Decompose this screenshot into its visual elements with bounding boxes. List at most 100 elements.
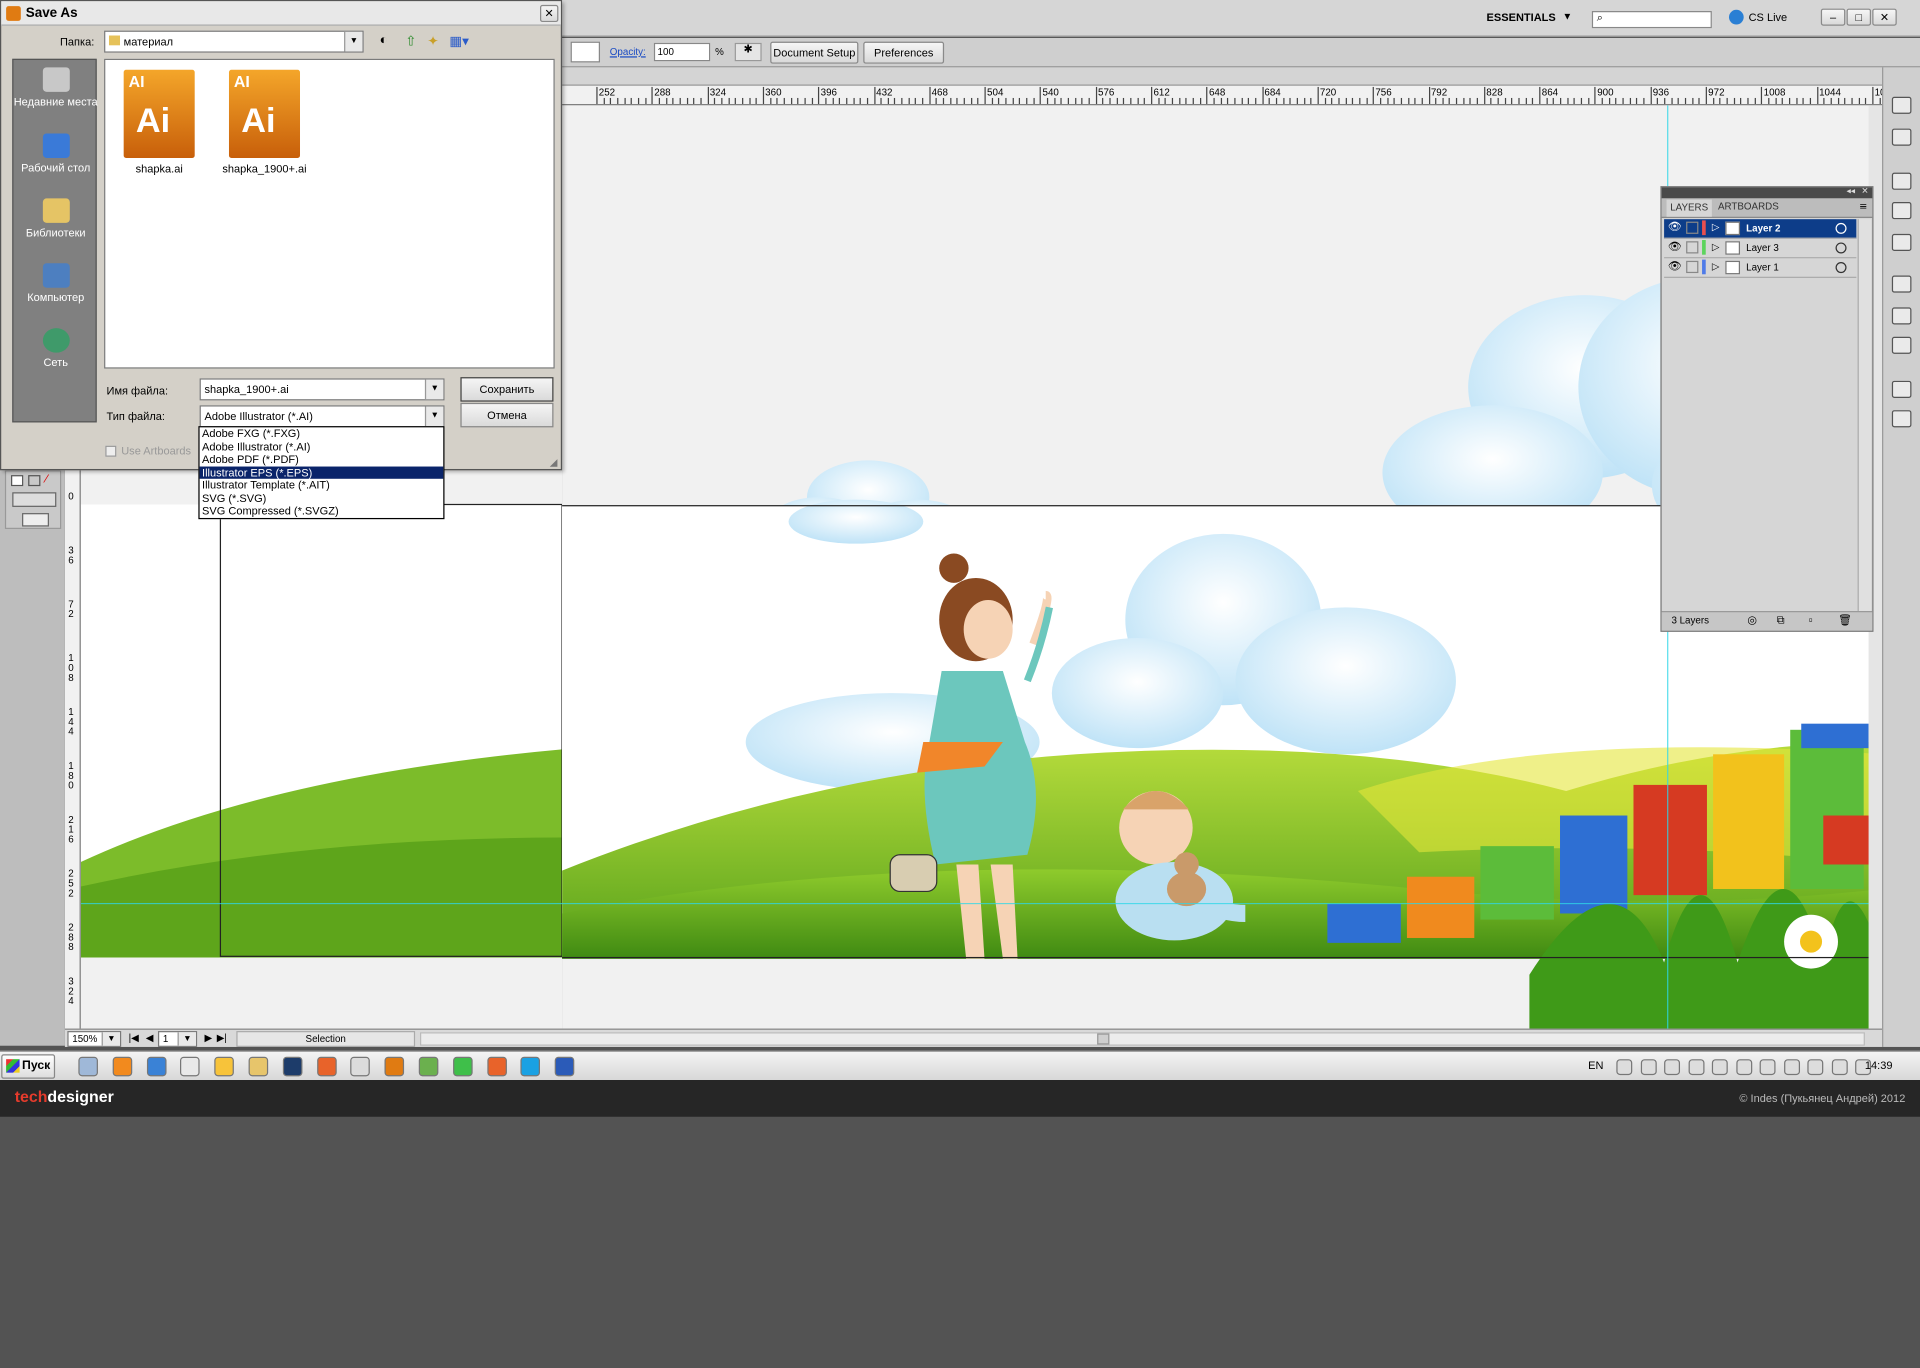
brushes-icon[interactable] (1891, 202, 1912, 220)
back-icon[interactable]: ◐ (380, 33, 388, 48)
expand-arrow-icon[interactable]: ▷ (1712, 261, 1720, 272)
opacity-input[interactable]: 100 (653, 42, 711, 62)
maximize-button[interactable]: □ (1846, 8, 1872, 26)
utorrent-icon[interactable] (418, 1056, 439, 1077)
filetype-option[interactable]: Illustrator Template (*.AIT) (200, 479, 444, 492)
lock-toggle[interactable] (1686, 260, 1699, 274)
tray-volume-icon[interactable] (1759, 1059, 1776, 1076)
layer-row[interactable]: 👁 ▷ Layer 3 (1664, 238, 1857, 259)
filetype-option[interactable]: Adobe FXG (*.FXG) (200, 427, 444, 440)
notepad-icon[interactable] (180, 1056, 201, 1077)
symbols-icon[interactable] (1891, 172, 1912, 190)
style-swatch[interactable] (570, 41, 601, 63)
tray-update-icon[interactable] (1735, 1059, 1752, 1076)
delete-layer-icon[interactable]: 🗑 (1838, 613, 1852, 626)
word-icon[interactable] (554, 1056, 575, 1077)
tray-flag-icon[interactable] (1807, 1059, 1824, 1076)
layers-scrollbar[interactable] (1857, 219, 1872, 612)
expand-arrow-icon[interactable]: ▷ (1712, 241, 1720, 252)
tab-artboards[interactable]: ARTBOARDS (1718, 201, 1779, 212)
layer-row[interactable]: 👁 ▷ Layer 2 (1664, 219, 1857, 239)
horizontal-ruler[interactable]: 252 288 324 360 396 432 468 504 540 576 612 648 684 7… (562, 85, 1883, 106)
vertical-ruler[interactable]: 0 3 6 7 2 1 0 8 1 4 4 1 8 0 2 1 6 2 5 2 2 8 8 3 2… (64, 470, 81, 1029)
minimize-button[interactable]: – (1820, 8, 1846, 26)
none-icon[interactable]: ⁄ (45, 474, 57, 486)
tray-tools-icon[interactable] (1783, 1059, 1800, 1076)
status-tool[interactable]: Selection (236, 1031, 416, 1047)
zoom-select[interactable]: 150% ▼ (67, 1031, 122, 1047)
photoshop-icon[interactable] (282, 1056, 303, 1077)
resize-grip-icon[interactable]: ◢ (550, 457, 558, 468)
target-icon[interactable] (1835, 262, 1847, 274)
layer-row[interactable]: 👁 ▷ Layer 1 (1664, 258, 1857, 278)
clock[interactable]: 14:39 (1865, 1059, 1893, 1071)
tray-opera-icon[interactable] (1616, 1059, 1633, 1076)
skype-icon[interactable] (520, 1056, 541, 1077)
color-guide-icon[interactable] (1891, 96, 1912, 114)
workspace-switcher[interactable]: ESSENTIALS (1487, 11, 1556, 23)
fill-icon[interactable] (11, 475, 24, 487)
document-setup-button[interactable]: Document Setup (770, 41, 859, 64)
filetype-option[interactable]: Illustrator EPS (*.EPS) (199, 465, 444, 479)
horizontal-scrollbar[interactable] (420, 1032, 1865, 1046)
opacity-link[interactable]: Opacity: (610, 47, 646, 58)
place-computer[interactable]: Компьютер (13, 263, 97, 304)
graphic-styles-icon[interactable] (1891, 233, 1912, 252)
lock-toggle[interactable] (1686, 221, 1699, 234)
swatches-icon[interactable] (1891, 128, 1912, 146)
save-button[interactable]: Сохранить (460, 377, 554, 402)
recolor-icon[interactable]: ✱ (734, 42, 762, 62)
stroke-icon[interactable] (28, 475, 41, 487)
next-artboard-icon[interactable]: ▶ (204, 1032, 212, 1043)
scroll-thumb[interactable] (1097, 1033, 1110, 1045)
stroke-icon[interactable] (1891, 275, 1912, 293)
messenger-icon[interactable] (214, 1056, 235, 1077)
canvas-left[interactable] (80, 470, 563, 1029)
layers-icon[interactable] (1891, 410, 1912, 428)
search-input[interactable]: ⌕ (1591, 11, 1712, 29)
close-icon[interactable]: ✕ (1861, 186, 1868, 196)
file-list[interactable]: AI Ai shapka.ai AI Ai shapka_1900+.ai (104, 58, 555, 369)
folder-icon[interactable] (248, 1056, 269, 1077)
layer-name[interactable]: Layer 1 (1746, 262, 1779, 273)
preferences-button[interactable]: Preferences (863, 41, 945, 64)
locate-object-icon[interactable]: ◎ (1747, 613, 1757, 626)
last-artboard-icon[interactable]: ▶| (217, 1032, 227, 1043)
folder-select[interactable]: материал ▼ (104, 30, 364, 53)
filename-input[interactable]: shapka_1900+.ai ▼ (199, 378, 445, 401)
language-indicator[interactable]: EN (1588, 1059, 1603, 1071)
tray-messenger-icon[interactable] (1664, 1059, 1681, 1076)
panel-header[interactable]: ◂◂ ✕ (1661, 186, 1873, 199)
icq-icon[interactable] (452, 1056, 473, 1077)
target-icon[interactable] (1835, 242, 1847, 254)
place-recent[interactable]: Недавние места (13, 67, 98, 108)
cancel-button[interactable]: Отмена (460, 402, 554, 428)
make-clipping-mask-icon[interactable]: ⧉ (1777, 613, 1785, 626)
new-layer-icon[interactable]: ▫ (1809, 613, 1813, 625)
prev-artboard-icon[interactable]: ◀ (146, 1032, 154, 1043)
filetype-option[interactable]: SVG (*.SVG) (200, 492, 444, 505)
file-item[interactable]: AI Ai shapka.ai (110, 69, 208, 175)
eye-icon[interactable]: 👁 (1668, 241, 1682, 253)
file-item[interactable]: AI Ai shapka_1900+.ai (216, 69, 314, 175)
first-artboard-icon[interactable]: |◀ (129, 1032, 139, 1043)
filetype-select[interactable]: Adobe Illustrator (*.AI) ▼ (199, 405, 445, 428)
start-button[interactable]: Пуск (1, 1054, 56, 1079)
filetype-option[interactable]: SVG Compressed (*.SVGZ) (200, 504, 444, 517)
screen-mode-icon[interactable] (22, 513, 49, 527)
place-libraries[interactable]: Библиотеки (13, 198, 97, 239)
lock-toggle[interactable] (1686, 241, 1699, 254)
tab-layers[interactable]: LAYERS (1666, 199, 1712, 217)
cs-live-menu[interactable]: CS Live (1749, 11, 1788, 23)
firefox-icon[interactable] (316, 1056, 337, 1077)
filetype-option[interactable]: Adobe Illustrator (*.AI) (200, 440, 444, 453)
illustrator-icon[interactable] (384, 1056, 405, 1077)
expand-arrow-icon[interactable]: ▷ (1712, 222, 1720, 233)
tray-monitor-icon[interactable] (1711, 1059, 1728, 1076)
chrome-icon[interactable] (350, 1056, 371, 1077)
place-desktop[interactable]: Рабочий стол (13, 133, 97, 174)
explorer-icon[interactable] (78, 1056, 98, 1077)
new-folder-icon[interactable]: ✦ (427, 33, 438, 49)
ie-icon[interactable] (146, 1056, 167, 1077)
eye-icon[interactable]: 👁 (1668, 261, 1682, 273)
